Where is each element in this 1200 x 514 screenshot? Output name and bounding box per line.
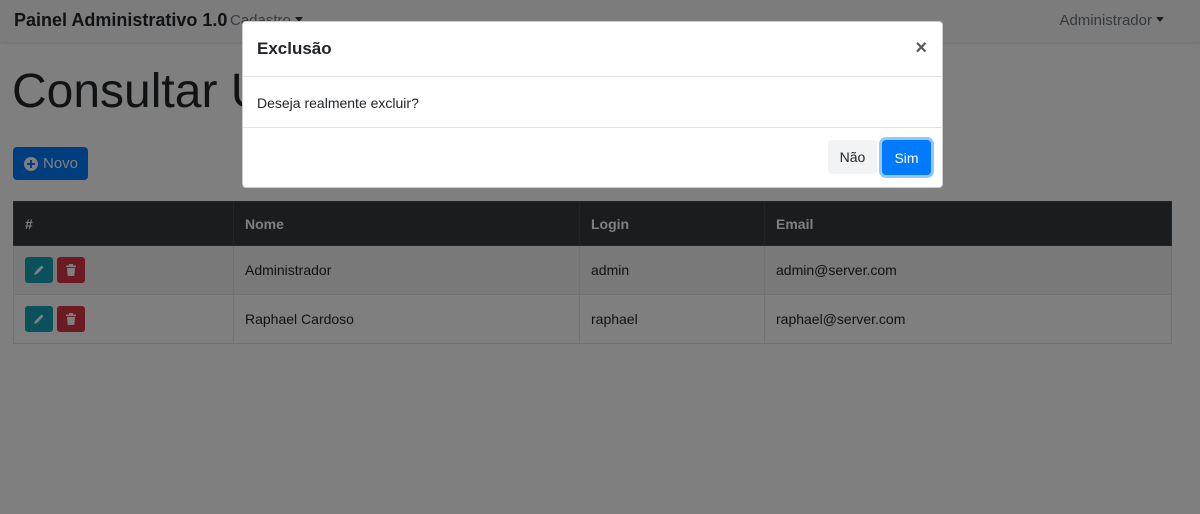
modal-title: Exclusão <box>257 39 332 58</box>
modal-body-text: Deseja realmente excluir? <box>257 95 419 111</box>
yes-button[interactable]: Sim <box>882 140 931 175</box>
page: Painel Administrativo 1.0 Cadastro Admin… <box>0 0 1200 514</box>
delete-confirm-modal: Exclusão × Deseja realmente excluir? Não… <box>242 21 943 188</box>
close-icon[interactable]: × <box>915 38 927 58</box>
modal-header: Exclusão × <box>243 22 942 77</box>
no-button[interactable]: Não <box>828 140 877 174</box>
